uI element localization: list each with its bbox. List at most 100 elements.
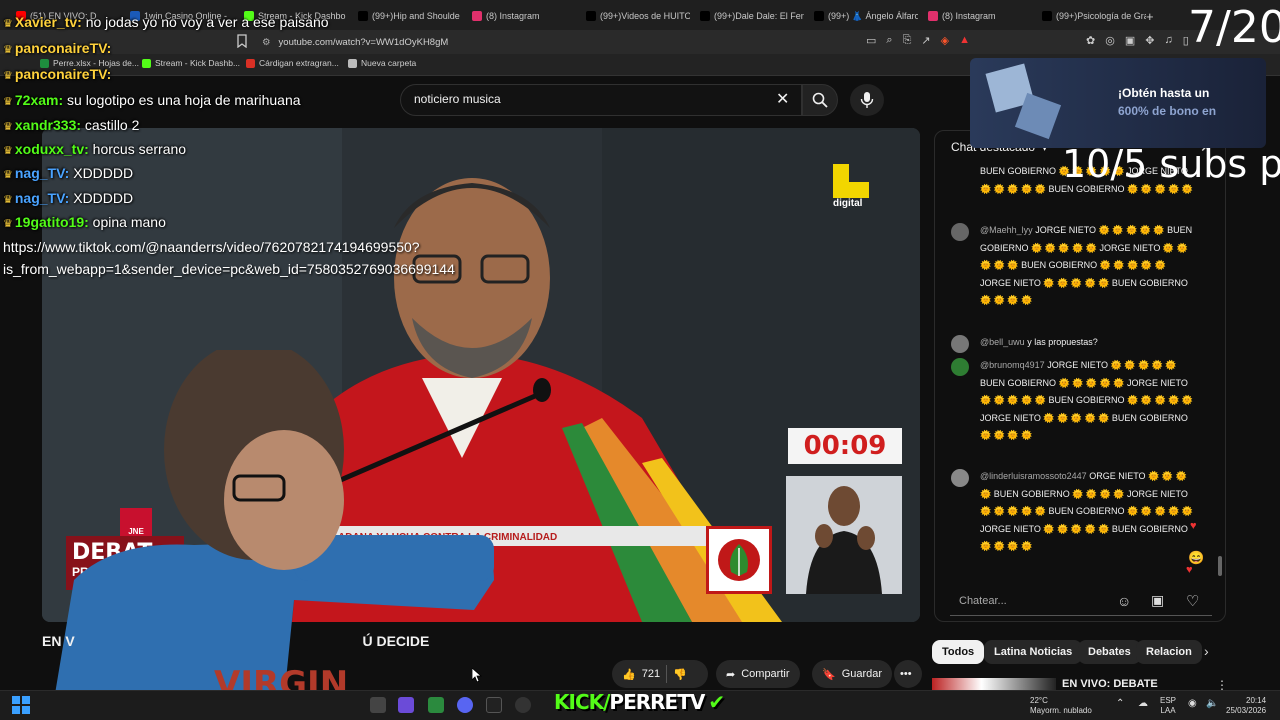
- weather-widget[interactable]: 22°C Mayorm. nublado: [1030, 696, 1092, 716]
- chevron-right-icon[interactable]: ›: [1204, 643, 1209, 659]
- browser-tab[interactable]: (99+)Dale Dale: El Fen: [700, 6, 804, 26]
- chat-author[interactable]: @brunomq4917: [980, 360, 1045, 370]
- tab-favicon-icon: [1042, 11, 1052, 21]
- browser-tab[interactable]: (99+)Psicología de Gra: [1042, 6, 1146, 26]
- voice-search-button[interactable]: [850, 84, 884, 116]
- stream-chat-text: opina mano: [88, 214, 166, 230]
- weather-temp: 22°C: [1030, 696, 1048, 705]
- clear-search-icon[interactable]: ✕: [776, 89, 789, 109]
- lang-code: ESP: [1160, 696, 1177, 705]
- share-button[interactable]: ➦ Compartir: [716, 660, 800, 688]
- heart-icon[interactable]: ♡: [1186, 592, 1199, 610]
- media-icon[interactable]: ♫: [1164, 34, 1172, 47]
- filter-chip[interactable]: Latina Noticias: [984, 640, 1083, 664]
- share-page-icon[interactable]: ↗: [921, 34, 930, 47]
- language-indicator[interactable]: ESP LAA: [1160, 696, 1176, 716]
- video-title-start: EN V: [42, 633, 75, 649]
- recommendation-title[interactable]: EN VIVO: DEBATE: [1062, 678, 1158, 690]
- site-info-icon[interactable]: ⚙: [262, 37, 271, 48]
- chat-author[interactable]: @bell_uwu: [980, 337, 1025, 347]
- obs-icon[interactable]: [515, 697, 531, 713]
- bookmark-star-icon[interactable]: [236, 34, 250, 49]
- chat-avatar[interactable]: [951, 358, 969, 376]
- dislike-icon[interactable]: 👎: [673, 668, 687, 681]
- tv-logo-bar: [833, 164, 849, 198]
- video-title: EN V Ú DECIDE: [42, 633, 429, 649]
- stream-chat-text: XDDDDD: [69, 165, 134, 181]
- tab-label: (99+) 👗 Ángelo Álfaro: [828, 10, 918, 21]
- zoom-icon[interactable]: ⌕: [886, 34, 892, 47]
- browser-tab[interactable]: (8) Instagram: [472, 6, 576, 26]
- kick-brand-name: PERRETV: [609, 690, 705, 714]
- address-actions: ▭ ⌕ ⎘ ↗ ◈ ▲: [866, 34, 970, 47]
- stream-chat-text: castillo 2: [81, 117, 140, 133]
- browser-tab[interactable]: (99+)Hip and Shoulde: [358, 6, 462, 26]
- bookmark-icon: 🔖: [822, 668, 836, 681]
- save-button[interactable]: 🔖 Guardar: [812, 660, 893, 688]
- browser-tab[interactable]: (99+) 👗 Ángelo Álfaro: [814, 6, 918, 26]
- chat-author[interactable]: @linderluisramossoto2447: [980, 471, 1087, 481]
- emoji-icon[interactable]: ☺: [1117, 593, 1131, 609]
- filter-chip[interactable]: Debates: [1078, 640, 1141, 664]
- chat-avatar[interactable]: [951, 335, 969, 353]
- chat-author[interactable]: @Maehh_lyy: [980, 225, 1033, 235]
- chat-message: @Maehh_lyy JORGE NIETO 🌞 🌞 🌞 🌞 🌞 BUEN GO…: [980, 222, 1198, 310]
- stream-chat-line: ♛ nag_TV: XDDDDD: [3, 165, 133, 181]
- verified-icon: ✔: [708, 690, 725, 714]
- like-count[interactable]: 721: [642, 668, 660, 680]
- app-icon[interactable]: [370, 697, 386, 713]
- translate-icon[interactable]: ⎘: [903, 34, 912, 47]
- onedrive-icon[interactable]: ☁: [1138, 698, 1148, 709]
- discord-icon[interactable]: [457, 697, 473, 713]
- puzzle-icon[interactable]: ✥: [1145, 34, 1154, 47]
- chat-scrollbar[interactable]: [1218, 556, 1222, 576]
- stream-chat-line: ♛ Xavier_tv: no jodas yo no voy a ver a e…: [3, 14, 329, 30]
- tray-chevron-icon[interactable]: ⌃: [1116, 698, 1124, 709]
- super-chat-icon[interactable]: ▣: [1151, 592, 1164, 609]
- badge-icon: ♛: [3, 121, 13, 133]
- bookmark-label: Nueva carpeta: [361, 58, 417, 68]
- ad-text: ¡Obtén hasta un 600% de bono en: [1118, 84, 1216, 120]
- chat-text: ORGE NIETO 🌞 🌞 🌞 🌞 BUEN GOBIERNO 🌞 🌞 🌞 🌞…: [980, 471, 1194, 551]
- clock-date: 25/03/2026: [1226, 706, 1267, 715]
- cast-icon[interactable]: ▭: [866, 34, 876, 47]
- chat-avatar[interactable]: [951, 469, 969, 487]
- stream-chat-line: ♛ xoduxx_tv: horcus serrano: [3, 141, 186, 157]
- like-dislike-group: 👍 721 👎: [612, 660, 708, 688]
- stream-chat-line: ♛ panconaireTV:: [3, 40, 111, 56]
- bookmark-item[interactable]: Nueva carpeta: [348, 58, 416, 68]
- badge-icon: ♛: [3, 18, 13, 30]
- windows-start-icon[interactable]: [12, 696, 30, 719]
- brave-shield-icon[interactable]: ◈: [941, 34, 949, 47]
- volume-icon[interactable]: 🔈: [1206, 698, 1218, 709]
- filter-chip[interactable]: Todos: [932, 640, 985, 664]
- chat-avatar[interactable]: [951, 223, 969, 241]
- clock[interactable]: 20:14 25/03/2026: [1226, 696, 1266, 716]
- search-icon: [812, 92, 828, 108]
- url-field[interactable]: ⚙ youtube.com/watch?v=WW1dOyKH8gM: [262, 32, 862, 52]
- badge-icon: ♛: [3, 96, 13, 108]
- screenshot-icon[interactable]: ▣: [1125, 34, 1135, 47]
- new-tab-button[interactable]: +: [1146, 6, 1154, 26]
- tab-label: (99+)Dale Dale: El Fen: [714, 11, 804, 21]
- filter-chip[interactable]: Relacion: [1136, 640, 1202, 664]
- browser-tab[interactable]: (99+)Videos de HUITO: [586, 6, 690, 26]
- wallet-icon[interactable]: ◎: [1105, 34, 1115, 47]
- bookmark-item[interactable]: Stream - Kick Dashb...: [142, 58, 240, 68]
- bookmark-item[interactable]: Cárdigan extragran...: [246, 58, 339, 68]
- like-icon[interactable]: 👍: [622, 668, 636, 681]
- search-input[interactable]: noticiero musica: [414, 92, 501, 106]
- tv-logo-block: [849, 182, 869, 198]
- tab-favicon-icon: [586, 11, 596, 21]
- network-icon[interactable]: ◉: [1188, 698, 1197, 709]
- search-button[interactable]: [802, 84, 838, 116]
- tab-favicon-icon: [700, 11, 710, 21]
- browser-tab[interactable]: (8) Instagram: [928, 6, 1032, 26]
- more-actions-button[interactable]: •••: [894, 660, 922, 688]
- terminal-icon[interactable]: [486, 697, 502, 713]
- app-icon[interactable]: [428, 697, 444, 713]
- extension-icon[interactable]: ✿: [1086, 34, 1095, 47]
- browser-toolbar-icons: ✿ ◎ ▣ ✥ ♫ ▯: [1086, 34, 1189, 47]
- rewards-icon[interactable]: ▲: [959, 34, 970, 47]
- app-icon[interactable]: [398, 697, 414, 713]
